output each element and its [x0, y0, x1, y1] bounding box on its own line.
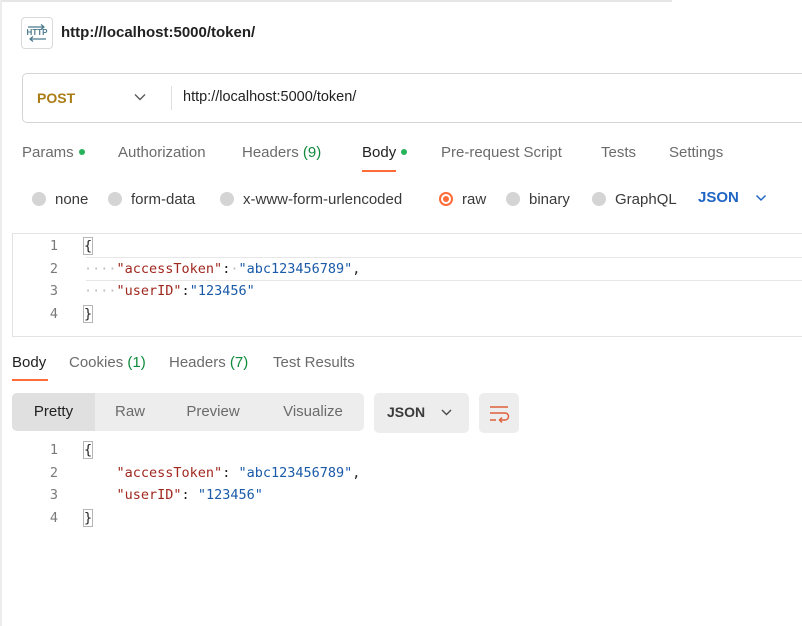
- open-brace: {: [82, 237, 94, 255]
- wrap-icon: [490, 406, 510, 424]
- line-number: 2: [49, 261, 58, 277]
- tab-label: Body: [362, 144, 397, 161]
- code-line: }: [82, 305, 94, 323]
- wrap-lines-button[interactable]: [479, 393, 519, 433]
- radio-x-www-form-urlencoded[interactable]: x-www-form-urlencoded: [220, 190, 402, 208]
- json-value: "123456": [189, 283, 255, 299]
- open-brace: {: [82, 441, 94, 459]
- radio-label: raw: [462, 190, 487, 208]
- line-number: 4: [49, 306, 58, 322]
- tab-label: Headers: [242, 144, 299, 161]
- response-tab-cookies[interactable]: Cookies (1): [69, 354, 146, 371]
- code-line: }: [82, 509, 94, 527]
- response-format-label: JSON: [387, 404, 426, 420]
- json-value: "abc123456789": [238, 465, 353, 481]
- view-raw-button[interactable]: Raw: [100, 393, 160, 431]
- url-input[interactable]: http://localhost:5000/token/: [183, 89, 356, 105]
- tab-count: (1): [127, 354, 146, 371]
- chevron-down-icon[interactable]: [133, 90, 147, 104]
- radio-raw[interactable]: raw: [439, 190, 486, 208]
- json-value: "abc123456789": [238, 261, 353, 277]
- json-key: "accessToken": [116, 261, 223, 277]
- radio-circle: [592, 192, 606, 206]
- radio-circle: [32, 192, 46, 206]
- chevron-down-icon[interactable]: [754, 191, 768, 205]
- radio-form-data[interactable]: form-data: [108, 190, 195, 208]
- status-dot: [401, 149, 408, 155]
- tab-pre-request-script[interactable]: Pre-request Script: [441, 144, 562, 161]
- view-visualize-button[interactable]: Visualize: [268, 393, 358, 431]
- tab-settings[interactable]: Settings: [669, 144, 723, 161]
- response-tab-body[interactable]: Body: [12, 354, 46, 371]
- response-tab-headers[interactable]: Headers (7): [169, 354, 248, 371]
- tab-authorization[interactable]: Authorization: [118, 144, 206, 161]
- body-format-select[interactable]: JSON: [698, 189, 739, 206]
- active-tab-indicator: [12, 379, 48, 381]
- tab-count: (7): [229, 354, 249, 371]
- tab-body[interactable]: Body: [362, 144, 408, 161]
- line-number: 4: [49, 510, 58, 526]
- radio-graphql[interactable]: GraphQL: [592, 190, 677, 208]
- svg-text:HTTP: HTTP: [27, 28, 49, 37]
- url-separator: [171, 86, 172, 110]
- radio-circle: [220, 192, 234, 206]
- radio-label: GraphQL: [615, 190, 677, 208]
- tab-tests[interactable]: Tests: [601, 144, 636, 161]
- code-line: ····"userID":"123456": [84, 283, 255, 299]
- response-tab-test-results[interactable]: Test Results: [273, 354, 355, 371]
- code-line: "accessToken": "abc123456789",: [116, 465, 361, 481]
- view-pretty-button[interactable]: Pretty: [12, 393, 95, 431]
- request-title: http://localhost:5000/token/: [61, 24, 256, 41]
- method-select[interactable]: POST: [37, 90, 75, 106]
- radio-binary[interactable]: binary: [506, 190, 570, 208]
- tab-label: Authorization: [118, 144, 206, 161]
- line-number: 1: [49, 442, 58, 458]
- code-line: "userID": "123456": [116, 487, 263, 503]
- chevron-down-icon[interactable]: [440, 406, 453, 419]
- line-number: 2: [49, 465, 58, 481]
- radio-circle: [506, 192, 520, 206]
- tab-label: Params: [22, 144, 74, 161]
- tab-params[interactable]: Params: [22, 144, 85, 161]
- top-divider: [0, 0, 672, 2]
- tab-label: Body: [12, 354, 47, 371]
- tab-count: (9): [302, 144, 322, 161]
- json-key: "userID": [116, 283, 182, 299]
- radio-label: x-www-form-urlencoded: [243, 190, 403, 208]
- radio-none[interactable]: none: [32, 190, 88, 208]
- tab-headers[interactable]: Headers (9): [242, 144, 321, 161]
- json-key: "accessToken": [116, 465, 223, 481]
- line-number: 1: [49, 238, 58, 254]
- tab-label: Pre-request Script: [441, 144, 562, 161]
- close-brace: }: [82, 509, 94, 527]
- tab-label: Test Results: [273, 354, 355, 371]
- status-dot: [78, 149, 85, 155]
- radio-circle-selected: [439, 192, 453, 206]
- radio-label: none: [55, 190, 89, 208]
- code-line: ····"accessToken":·"abc123456789",: [84, 261, 361, 277]
- left-divider: [0, 0, 2, 626]
- radio-label: form-data: [131, 190, 196, 208]
- http-icon: HTTP: [21, 17, 53, 49]
- tab-label: Tests: [601, 144, 637, 161]
- json-key: "userID": [116, 487, 182, 503]
- close-brace: }: [82, 305, 94, 323]
- active-tab-indicator: [362, 170, 396, 172]
- json-value: "123456": [197, 487, 263, 503]
- radio-label: binary: [529, 190, 570, 208]
- tab-label: Headers: [169, 354, 226, 371]
- line-number: 3: [49, 283, 58, 299]
- code-line: {: [82, 237, 94, 255]
- radio-circle: [108, 192, 122, 206]
- code-line: {: [82, 441, 94, 459]
- view-preview-button[interactable]: Preview: [172, 393, 254, 431]
- tab-label: Settings: [669, 144, 724, 161]
- line-number: 3: [49, 487, 58, 503]
- tab-label: Cookies: [69, 354, 124, 371]
